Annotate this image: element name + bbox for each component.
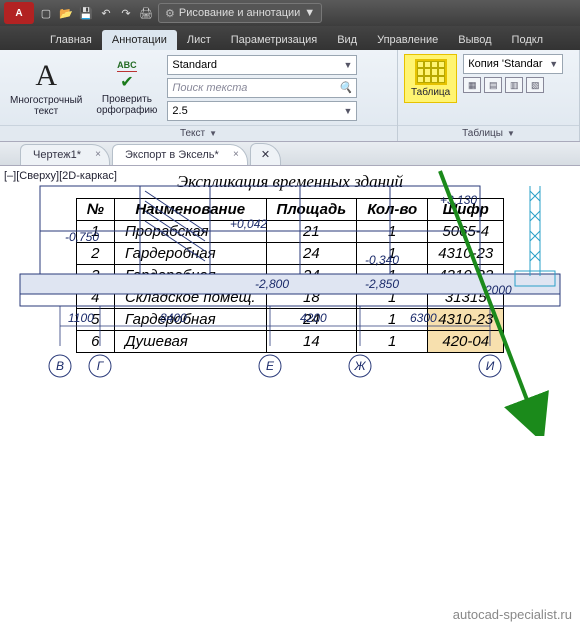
tab-plugins[interactable]: Подкл xyxy=(502,30,554,50)
chevron-down-icon: ▼ xyxy=(304,7,315,19)
check-icon: ✔ xyxy=(120,72,133,92)
panel-text-title[interactable]: Текст▼ xyxy=(0,125,397,141)
tab-layout[interactable]: Лист xyxy=(177,30,221,50)
tablestyle-icon-1[interactable]: ▦ xyxy=(463,77,481,93)
quick-access-toolbar: A ▢ 📂 💾 ↶ ↷ 🖨 ⚙ Рисование и аннотации ▼ xyxy=(0,0,580,26)
open-icon[interactable]: 📂 xyxy=(58,5,74,21)
close-icon[interactable]: × xyxy=(95,149,101,160)
svg-text:-2,800: -2,800 xyxy=(255,277,289,291)
tab-output[interactable]: Вывод xyxy=(448,30,501,50)
abc-icon: ABC xyxy=(117,60,137,72)
svg-text:8400: 8400 xyxy=(160,311,187,325)
svg-text:Ж: Ж xyxy=(353,359,366,373)
drawing-canvas[interactable]: [–][Сверху][2D-каркас] xyxy=(0,166,580,626)
svg-text:Е: Е xyxy=(266,359,275,373)
tab-parametric[interactable]: Параметризация xyxy=(221,30,327,50)
workspace-selector[interactable]: ⚙ Рисование и аннотации ▼ xyxy=(158,3,322,23)
text-style-combo[interactable]: Standard▼ xyxy=(167,55,357,75)
svg-text:2000: 2000 xyxy=(484,283,512,297)
print-icon[interactable]: 🖨 xyxy=(138,5,154,21)
app-logo[interactable]: A xyxy=(4,2,34,24)
svg-text:-0,750: -0,750 xyxy=(65,230,99,244)
doctab-new[interactable]: ✕ xyxy=(250,143,281,165)
svg-text:Г: Г xyxy=(97,359,105,373)
tablestyle-icon-4[interactable]: ▧ xyxy=(526,77,544,93)
gear-icon: ⚙ xyxy=(165,7,175,20)
spellcheck-button[interactable]: ABC ✔ Проверить орфографию xyxy=(92,58,161,118)
tab-annotations[interactable]: Аннотации xyxy=(102,30,177,50)
watermark: autocad-specialist.ru xyxy=(453,607,572,622)
redo-icon[interactable]: ↷ xyxy=(118,5,134,21)
ribbon-tabs: Главная Аннотации Лист Параметризация Ви… xyxy=(0,26,580,50)
document-tabs: Чертеж1*× Экспорт в Эксель*× ✕ xyxy=(0,142,580,166)
close-icon[interactable]: × xyxy=(233,149,239,160)
new-icon[interactable]: ▢ xyxy=(38,5,54,21)
mtext-icon: A xyxy=(35,59,57,93)
svg-text:+3,130: +3,130 xyxy=(440,193,477,207)
tab-view[interactable]: Вид xyxy=(327,30,367,50)
tab-manage[interactable]: Управление xyxy=(367,30,448,50)
text-height-combo[interactable]: 2.5▼ xyxy=(167,101,357,121)
svg-text:+0,042: +0,042 xyxy=(230,217,267,231)
section-drawing: +3,130 +0,042 -0,750 -2,800 -0,340 -2,85… xyxy=(10,176,570,386)
svg-text:6300: 6300 xyxy=(410,311,437,325)
svg-text:1100: 1100 xyxy=(68,311,94,325)
table-style-combo[interactable]: Копия 'Standar▼ xyxy=(463,54,563,74)
doctab-1[interactable]: Чертеж1*× xyxy=(20,144,110,165)
mtext-button[interactable]: A Многострочный текст xyxy=(6,57,86,119)
find-text-input[interactable]: Поиск текста🔍 xyxy=(167,78,357,98)
panel-tables-title[interactable]: Таблицы▼ xyxy=(398,125,579,141)
table-button[interactable]: Таблица xyxy=(404,54,457,103)
svg-text:4200: 4200 xyxy=(300,311,327,325)
svg-text:-2,850: -2,850 xyxy=(365,277,399,291)
undo-icon[interactable]: ↶ xyxy=(98,5,114,21)
tab-home[interactable]: Главная xyxy=(40,30,102,50)
workspace-label: Рисование и аннотации xyxy=(179,7,300,19)
ribbon: A Многострочный текст ABC ✔ Проверить ор… xyxy=(0,50,580,142)
svg-text:И: И xyxy=(486,359,495,373)
svg-text:В: В xyxy=(56,359,64,373)
tablestyle-icon-2[interactable]: ▤ xyxy=(484,77,502,93)
save-icon[interactable]: 💾 xyxy=(78,5,94,21)
doctab-2[interactable]: Экспорт в Эксель*× xyxy=(112,144,248,165)
tablestyle-icon-3[interactable]: ▥ xyxy=(505,77,523,93)
svg-text:-0,340: -0,340 xyxy=(365,253,399,267)
table-icon xyxy=(415,59,447,85)
